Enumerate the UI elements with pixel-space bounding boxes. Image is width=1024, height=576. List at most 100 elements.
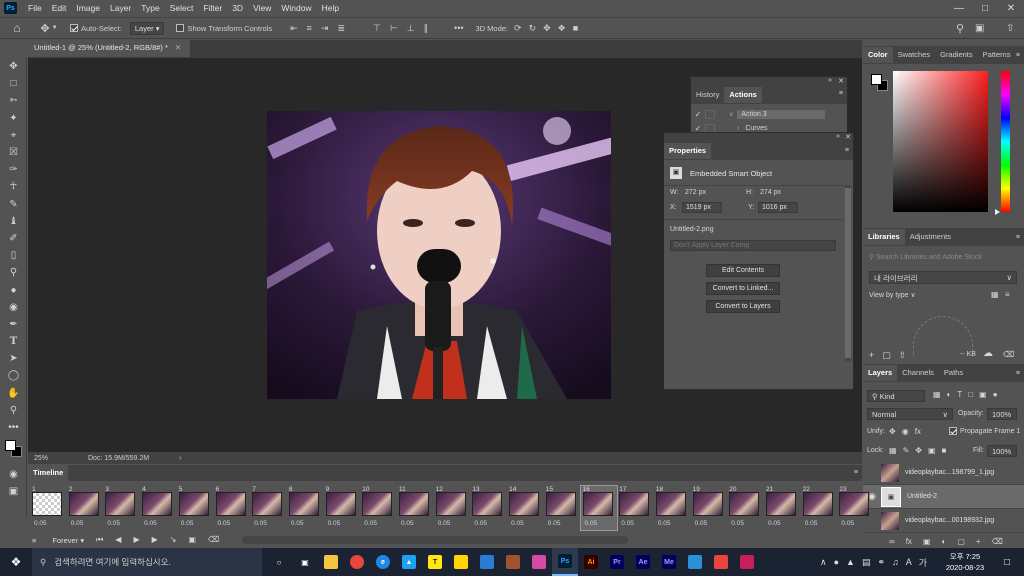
frame-delay[interactable]: 0.05: [768, 520, 781, 527]
height-value[interactable]: 274 px: [760, 189, 781, 196]
history-brush-tool-icon[interactable]: ✐: [0, 230, 27, 247]
align-bottom-icon[interactable]: ⊥: [407, 23, 415, 34]
home-icon[interactable]: ⌂: [0, 17, 34, 39]
kakaotalk-icon[interactable]: T: [422, 548, 448, 576]
frame-delay[interactable]: 0.05: [841, 520, 854, 527]
3d-pan-icon[interactable]: ✥: [543, 23, 551, 34]
timeline-frame[interactable]: 13 0.05: [470, 486, 506, 530]
dodge-tool-icon[interactable]: ◉: [0, 299, 27, 316]
adjustment-layer-icon[interactable]: ◐: [942, 537, 947, 546]
new-layer-icon[interactable]: +: [976, 537, 981, 546]
twitter-icon[interactable]: ▲: [396, 548, 422, 576]
width-value[interactable]: 272 px: [685, 189, 706, 196]
timeline-frame[interactable]: 15 0.05: [544, 486, 580, 530]
share-icon[interactable]: ⇧: [1006, 17, 1014, 39]
frame-tool-icon[interactable]: ☒: [0, 144, 27, 161]
after-effects-icon[interactable]: Ae: [630, 548, 656, 576]
folder-icon[interactable]: ▢: [882, 350, 891, 361]
camera-app-icon[interactable]: [526, 548, 552, 576]
search-icon[interactable]: ⚲: [956, 17, 964, 39]
next-frame-icon[interactable]: ▶: [152, 535, 158, 545]
delete-frame-icon[interactable]: ⌫: [208, 535, 219, 545]
frame-delay[interactable]: 0.05: [71, 520, 84, 527]
filter-smart-icon[interactable]: ▣: [979, 390, 987, 399]
tray-app-icon[interactable]: ▲: [846, 557, 855, 567]
panel-menu-icon[interactable]: ≡: [1016, 234, 1020, 241]
layer-filter-dropdown[interactable]: ⚲ Kind: [867, 390, 925, 402]
frame-delay[interactable]: 0.05: [401, 520, 414, 527]
hue-slider-handle[interactable]: [995, 209, 1000, 215]
network-icon[interactable]: ▤: [862, 557, 871, 568]
distribute-icon[interactable]: ≣: [337, 23, 345, 34]
zoom-level[interactable]: 25%: [28, 455, 68, 462]
marquee-tool-icon[interactable]: □: [0, 75, 27, 92]
lock-all-icon[interactable]: ■: [942, 446, 947, 455]
new-group-icon[interactable]: ▢: [957, 537, 965, 546]
notification-icon[interactable]: □: [994, 548, 1020, 576]
add-icon[interactable]: +: [869, 350, 874, 361]
workspace-icon[interactable]: ▣: [975, 17, 984, 39]
panel-menu-icon[interactable]: ≡: [1016, 52, 1020, 59]
grid-view-icon[interactable]: ▦: [991, 290, 999, 299]
timeline-frame[interactable]: 14 0.05: [507, 486, 543, 530]
tab-actions[interactable]: Actions: [724, 87, 762, 103]
timeline-frame[interactable]: 5 0.05: [177, 486, 213, 530]
lock-position-icon[interactable]: ✥: [915, 446, 922, 455]
close-tab-icon[interactable]: ✕: [175, 43, 181, 52]
tab-swatches[interactable]: Swatches: [893, 47, 936, 63]
filter-shape-icon[interactable]: □: [968, 390, 973, 399]
library-dropdown[interactable]: 내 라이브러리 ∨: [869, 271, 1017, 284]
timeline-frame[interactable]: 2 0.05: [67, 486, 103, 530]
filter-type-icon[interactable]: T: [957, 390, 962, 399]
list-view-icon[interactable]: ≡: [1005, 290, 1010, 299]
premiere-icon[interactable]: Pr: [604, 548, 630, 576]
3d-roll-icon[interactable]: ↻: [529, 23, 537, 34]
menu-3d[interactable]: 3D: [227, 0, 248, 16]
eraser-tool-icon[interactable]: ▯: [0, 247, 27, 264]
frame-delay[interactable]: 0.05: [144, 520, 157, 527]
timeline-frame[interactable]: 7 0.05: [250, 486, 286, 530]
minimize-icon[interactable]: —: [946, 0, 972, 16]
frame-delay[interactable]: 0.05: [218, 520, 231, 527]
layer-style-icon[interactable]: fx: [906, 537, 912, 546]
prev-frame-icon[interactable]: ◀: [115, 535, 121, 545]
path-selection-tool-icon[interactable]: ➤: [0, 350, 27, 367]
move-tool-icon[interactable]: ✥: [0, 58, 27, 75]
media-app-icon[interactable]: [500, 548, 526, 576]
move-tool-icon[interactable]: ✥ ▼: [34, 17, 64, 39]
unify-style-icon[interactable]: fx: [915, 427, 921, 436]
check-icon[interactable]: ✓: [691, 110, 705, 119]
layer-name[interactable]: videoplaybac...198799_1.jpg: [905, 469, 994, 476]
cortana-icon[interactable]: ○: [266, 548, 292, 576]
quick-mask-icon[interactable]: ◉: [0, 466, 27, 483]
menu-filter[interactable]: Filter: [198, 0, 227, 16]
clone-stamp-tool-icon[interactable]: ♝: [0, 213, 27, 230]
unify-visibility-icon[interactable]: ◉: [902, 427, 909, 436]
3d-camera-icon[interactable]: ■: [573, 23, 578, 33]
frame-delay[interactable]: 0.05: [181, 520, 194, 527]
menu-select[interactable]: Select: [165, 0, 199, 16]
properties-scrollbar[interactable]: [845, 185, 851, 361]
tab-properties[interactable]: Properties: [664, 143, 712, 159]
maximize-icon[interactable]: □: [972, 0, 998, 16]
x-field[interactable]: 1519 px: [682, 202, 722, 213]
chevron-right-icon[interactable]: ›: [737, 125, 739, 132]
frame-delay[interactable]: 0.05: [621, 520, 634, 527]
propagate-checkbox[interactable]: Propagate Frame 1: [949, 427, 1020, 435]
fill-field[interactable]: 100%: [987, 445, 1017, 457]
menu-file[interactable]: File: [23, 0, 47, 16]
mail-icon[interactable]: [474, 548, 500, 576]
frame-delay[interactable]: 0.05: [328, 520, 341, 527]
menu-type[interactable]: Type: [136, 0, 164, 16]
blend-mode-dropdown[interactable]: Normal ∨: [867, 408, 953, 420]
paint-bucket-tool-icon[interactable]: ⚲: [0, 264, 27, 281]
ellipse-tool-icon[interactable]: ◯: [0, 367, 27, 384]
align-middle-icon[interactable]: ⊢: [390, 23, 398, 34]
lasso-tool-icon[interactable]: ➳: [0, 92, 27, 109]
timeline-frame[interactable]: 17 0.05: [617, 486, 653, 530]
frame-delay[interactable]: 0.05: [474, 520, 487, 527]
align-left-icon[interactable]: ⇤: [290, 23, 298, 34]
duplicate-frame-icon[interactable]: ▣: [188, 535, 196, 545]
ime-mode[interactable]: 가: [919, 556, 927, 569]
taskbar-search[interactable]: ⚲ 검색하려면 여기에 입력하십시오.: [32, 548, 262, 576]
